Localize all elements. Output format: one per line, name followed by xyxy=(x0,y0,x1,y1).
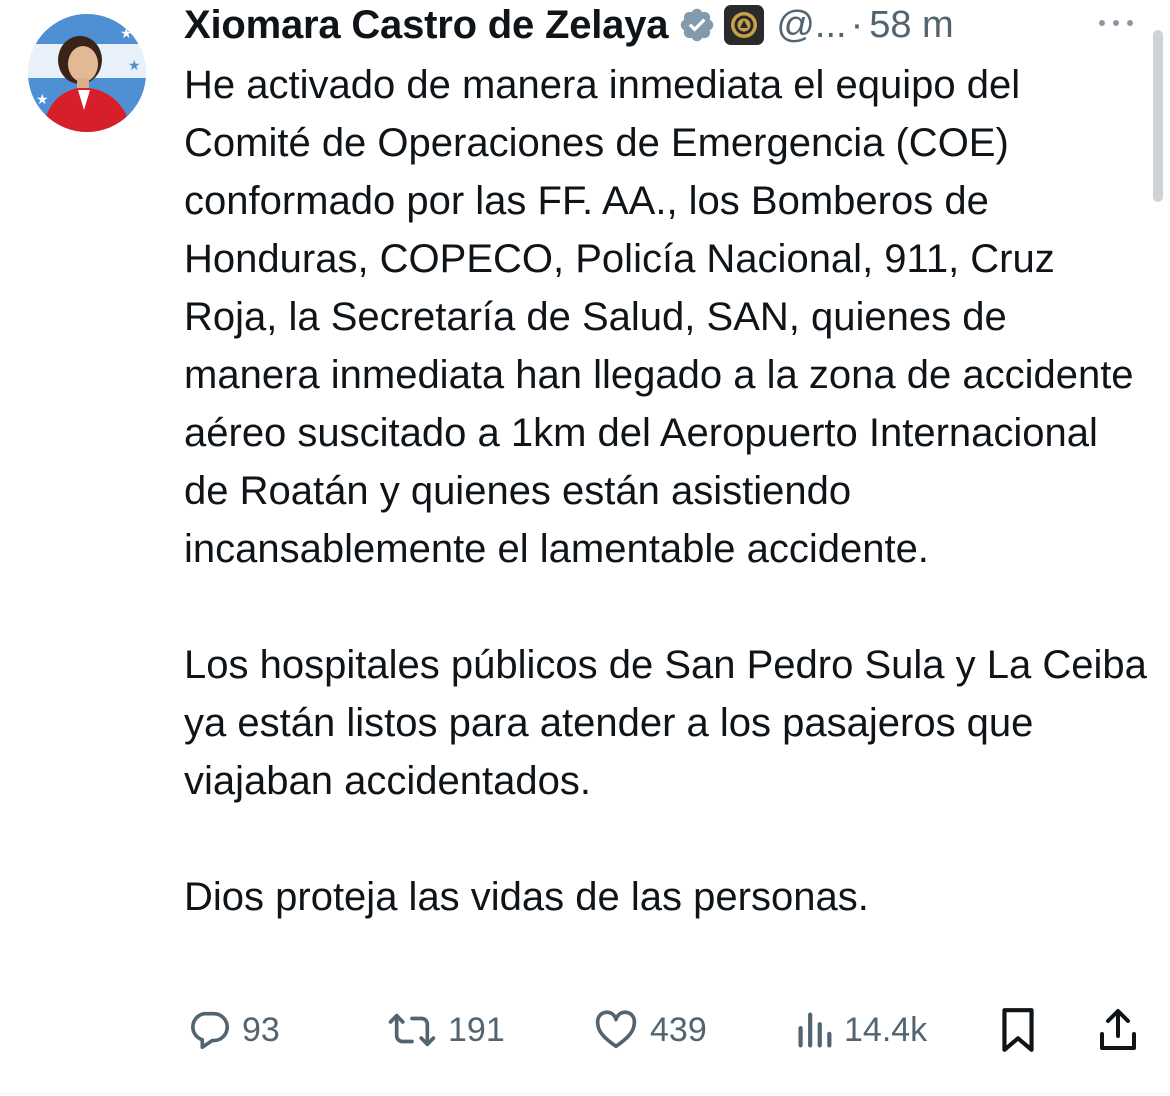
tweet: ★ ★ ★ Xiomara Castro de Zelaya @... · 58… xyxy=(0,0,1170,1096)
repost-button[interactable]: 191 xyxy=(386,1004,505,1056)
heart-icon xyxy=(592,1007,640,1053)
svg-text:★: ★ xyxy=(128,58,141,74)
views-chart-icon xyxy=(794,1007,834,1053)
svg-text:★: ★ xyxy=(36,92,49,108)
post-time[interactable]: 58 m xyxy=(869,4,953,47)
author-handle[interactable]: @... xyxy=(776,4,846,47)
tweet-paragraph: Los hospitales públicos de San Pedro Sul… xyxy=(184,643,1147,803)
action-bar: 93 191 439 14.4k xyxy=(186,1004,1146,1056)
author-display-name[interactable]: Xiomara Castro de Zelaya xyxy=(184,3,669,48)
tweet-paragraph: Dios proteja las vidas de las personas. xyxy=(184,875,869,919)
repost-icon xyxy=(386,1007,438,1053)
reply-count: 93 xyxy=(242,1010,280,1049)
view-count: 14.4k xyxy=(844,1010,928,1049)
views-button[interactable]: 14.4k xyxy=(794,1004,927,1056)
tweet-header: Xiomara Castro de Zelaya @... · 58 m xyxy=(184,0,954,50)
reply-icon xyxy=(186,1007,232,1053)
scrollbar[interactable] xyxy=(1153,30,1163,202)
bookmark-icon xyxy=(996,1005,1040,1055)
more-options-icon[interactable] xyxy=(1094,10,1138,36)
government-seal-icon[interactable] xyxy=(724,5,765,45)
bookmark-button[interactable] xyxy=(996,1004,1040,1056)
reply-button[interactable]: 93 xyxy=(186,1004,280,1056)
share-button[interactable] xyxy=(1096,1004,1140,1056)
divider xyxy=(0,1093,1170,1094)
like-button[interactable]: 439 xyxy=(592,1004,707,1056)
tweet-text: He activado de manera inmediata el equip… xyxy=(184,56,1149,926)
repost-count: 191 xyxy=(448,1010,505,1049)
verified-badge-icon[interactable] xyxy=(678,6,716,44)
avatar[interactable]: ★ ★ ★ xyxy=(28,14,146,132)
share-icon xyxy=(1096,1005,1140,1055)
header-separator: · xyxy=(850,3,864,46)
tweet-paragraph: He activado de manera inmediata el equip… xyxy=(184,63,1134,571)
svg-text:★: ★ xyxy=(120,26,133,42)
like-count: 439 xyxy=(650,1010,707,1049)
